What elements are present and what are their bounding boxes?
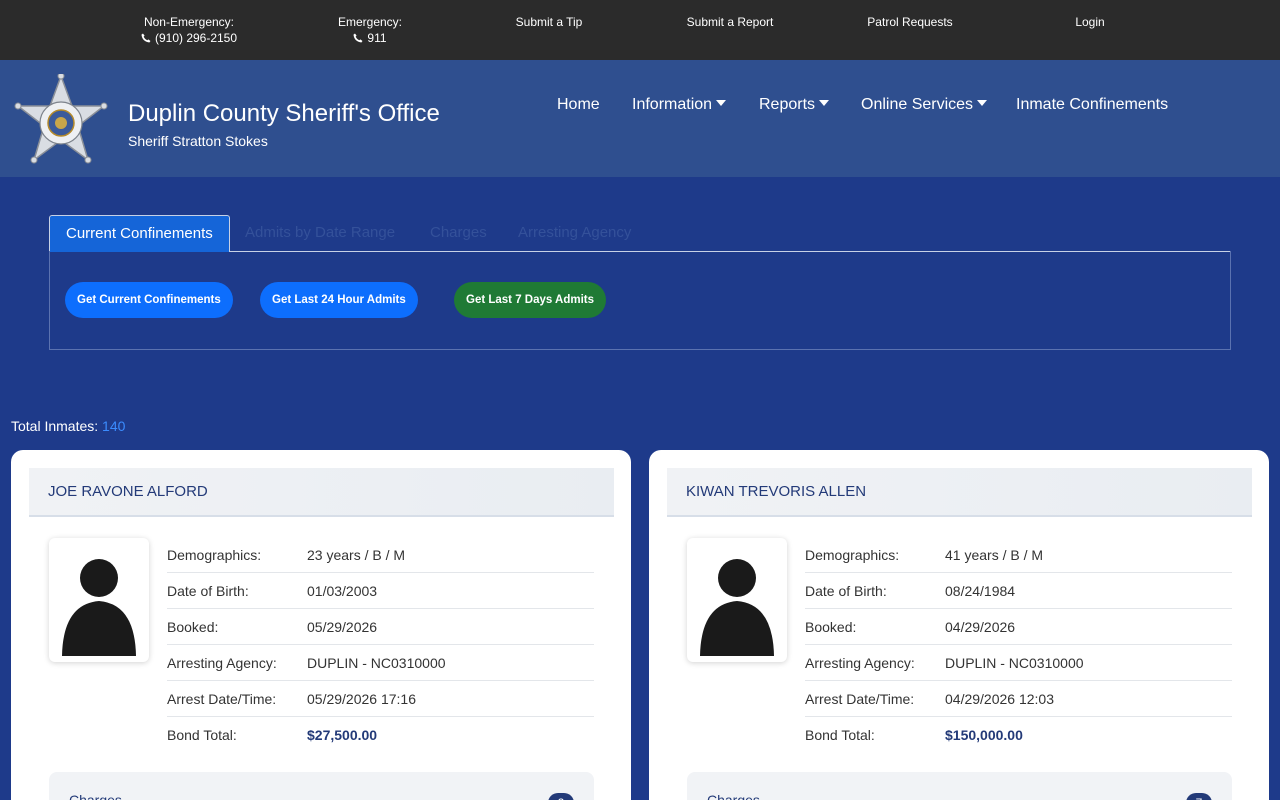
detail-row: Bond Total: $27,500.00 [167,717,594,753]
inmate-name[interactable]: KIWAN TREVORIS ALLEN [686,483,866,500]
total-inmates: Total Inmates: 140 [11,418,125,434]
submit-report-link[interactable]: Submit a Report [687,14,774,30]
login-link[interactable]: Login [1075,14,1104,30]
detail-row: Arresting Agency: DUPLIN - NC0310000 [805,645,1232,681]
phone-icon [353,33,363,43]
nav-information-label: Information [632,96,713,113]
tab-arresting-agency[interactable]: Arresting Agency [502,215,647,252]
nav-home-label: Home [557,96,600,113]
bond-value: $27,500.00 [307,727,378,743]
charges-toggle[interactable]: Charges 7 [687,772,1232,800]
booked-value: 04/29/2026 [945,619,1016,635]
detail-label: Demographics: [805,547,900,563]
inmate-card: JOE RAVONE ALFORD Demographics: 23 years … [11,450,631,800]
inmate-card-header: JOE RAVONE ALFORD [29,468,614,517]
detail-label: Booked: [167,619,219,635]
dob-value: 01/03/2003 [307,583,378,599]
tab-current-confinements[interactable]: Current Confinements [49,215,230,252]
submit-tip-link[interactable]: Submit a Tip [516,14,583,30]
nav-reports[interactable]: Reports [759,96,830,114]
utility-bar: Non-Emergency: (910) 296-2150 Emergency:… [0,0,1280,60]
arrest-value: 05/29/2026 17:16 [307,691,416,707]
dob-value: 08/24/1984 [945,583,1016,599]
nav-home[interactable]: Home [557,96,600,114]
charges-count-badge: 7 [1186,793,1212,800]
detail-row: Arrest Date/Time: 05/29/2026 17:16 [167,681,594,717]
detail-row: Demographics: 23 years / B / M [167,537,594,573]
detail-row: Arresting Agency: DUPLIN - NC0310000 [167,645,594,681]
detail-label: Demographics: [167,547,262,563]
detail-label: Arresting Agency: [167,655,277,671]
confinement-tabs: Current Confinements Admits by Date Rang… [49,215,1231,252]
get-last-24-hour-admits-button[interactable]: Get Last 24 Hour Admits [260,282,418,318]
arrest-value: 04/29/2026 12:03 [945,691,1054,707]
detail-row: Arrest Date/Time: 04/29/2026 12:03 [805,681,1232,717]
non-emergency-label: Non-Emergency: [143,15,235,29]
person-silhouette-icon [49,538,149,662]
total-inmates-label: Total Inmates: [11,418,99,434]
search-section: Current Confinements Admits by Date Rang… [2,177,1278,417]
site-subtitle: Sheriff Stratton Stokes [128,133,268,149]
detail-row: Demographics: 41 years / B / M [805,537,1232,573]
detail-row: Booked: 05/29/2026 [167,609,594,645]
patrol-requests-link[interactable]: Patrol Requests [867,14,952,30]
tab-panel: Get Current Confinements Get Last 24 Hou… [49,251,1231,350]
detail-label: Booked: [805,619,857,635]
emergency-phone: 911 [367,31,387,45]
nav-reports-label: Reports [759,96,816,113]
detail-label: Date of Birth: [167,583,249,599]
detail-label: Arrest Date/Time: [167,691,277,707]
site-title[interactable]: Duplin County Sheriff's Office [128,100,440,128]
charges-count-badge: 2 [548,793,574,800]
demographics-value: 23 years / B / M [307,547,406,563]
charges-label: Charges [69,792,122,800]
detail-label: Date of Birth: [805,583,887,599]
caret-down-icon [819,100,830,106]
nav-information[interactable]: Information [632,96,727,114]
total-inmates-count: 140 [102,418,126,434]
nav-inmate-confinements[interactable]: Inmate Confinements [1016,96,1168,114]
inmate-card: KIWAN TREVORIS ALLEN Demographics: 41 yea… [649,450,1269,800]
get-current-confinements-button[interactable]: Get Current Confinements [65,282,233,318]
inmate-card-header: KIWAN TREVORIS ALLEN [667,468,1252,517]
phone-icon [141,33,151,43]
emergency-label: Emergency: [337,15,403,29]
nav-online-services[interactable]: Online Services [861,96,988,114]
nav-online-services-label: Online Services [861,96,974,113]
detail-row: Date of Birth: 08/24/1984 [805,573,1232,609]
non-emergency-contact[interactable]: Non-Emergency: (910) 296-2150 [141,14,237,46]
detail-row: Booked: 04/29/2026 [805,609,1232,645]
detail-row: Date of Birth: 01/03/2003 [167,573,594,609]
detail-label: Arresting Agency: [805,655,915,671]
inmate-details: Demographics: 41 years / B / M Date of Bi… [805,537,1232,753]
bond-value: $150,000.00 [945,727,1023,743]
non-emergency-phone: (910) 296-2150 [154,31,238,45]
agency-value: DUPLIN - NC0310000 [307,655,446,671]
agency-value: DUPLIN - NC0310000 [945,655,1084,671]
tab-admits-by-date-range[interactable]: Admits by Date Range [229,215,411,252]
get-last-7-days-admits-button[interactable]: Get Last 7 Days Admits [454,282,607,318]
site-header: Duplin County Sheriff's Office Sheriff S… [0,60,1280,177]
detail-label: Arrest Date/Time: [805,691,915,707]
nav-inmate-confinements-label: Inmate Confinements [1016,96,1169,113]
detail-row: Bond Total: $150,000.00 [805,717,1232,753]
charges-toggle[interactable]: Charges 2 [49,772,594,800]
tab-charges[interactable]: Charges [414,215,503,252]
demographics-value: 41 years / B / M [945,547,1044,563]
booked-value: 05/29/2026 [307,619,378,635]
charges-label: Charges [707,792,760,800]
sheriff-star-badge-logo[interactable] [14,74,108,164]
detail-label: Bond Total: [805,727,875,743]
inmate-name[interactable]: JOE RAVONE ALFORD [48,483,208,500]
emergency-contact[interactable]: Emergency: 911 [338,14,402,46]
person-silhouette-icon [687,538,787,662]
caret-down-icon [977,100,988,106]
detail-label: Bond Total: [167,727,237,743]
inmate-details: Demographics: 23 years / B / M Date of Bi… [167,537,594,753]
caret-down-icon [716,100,727,106]
